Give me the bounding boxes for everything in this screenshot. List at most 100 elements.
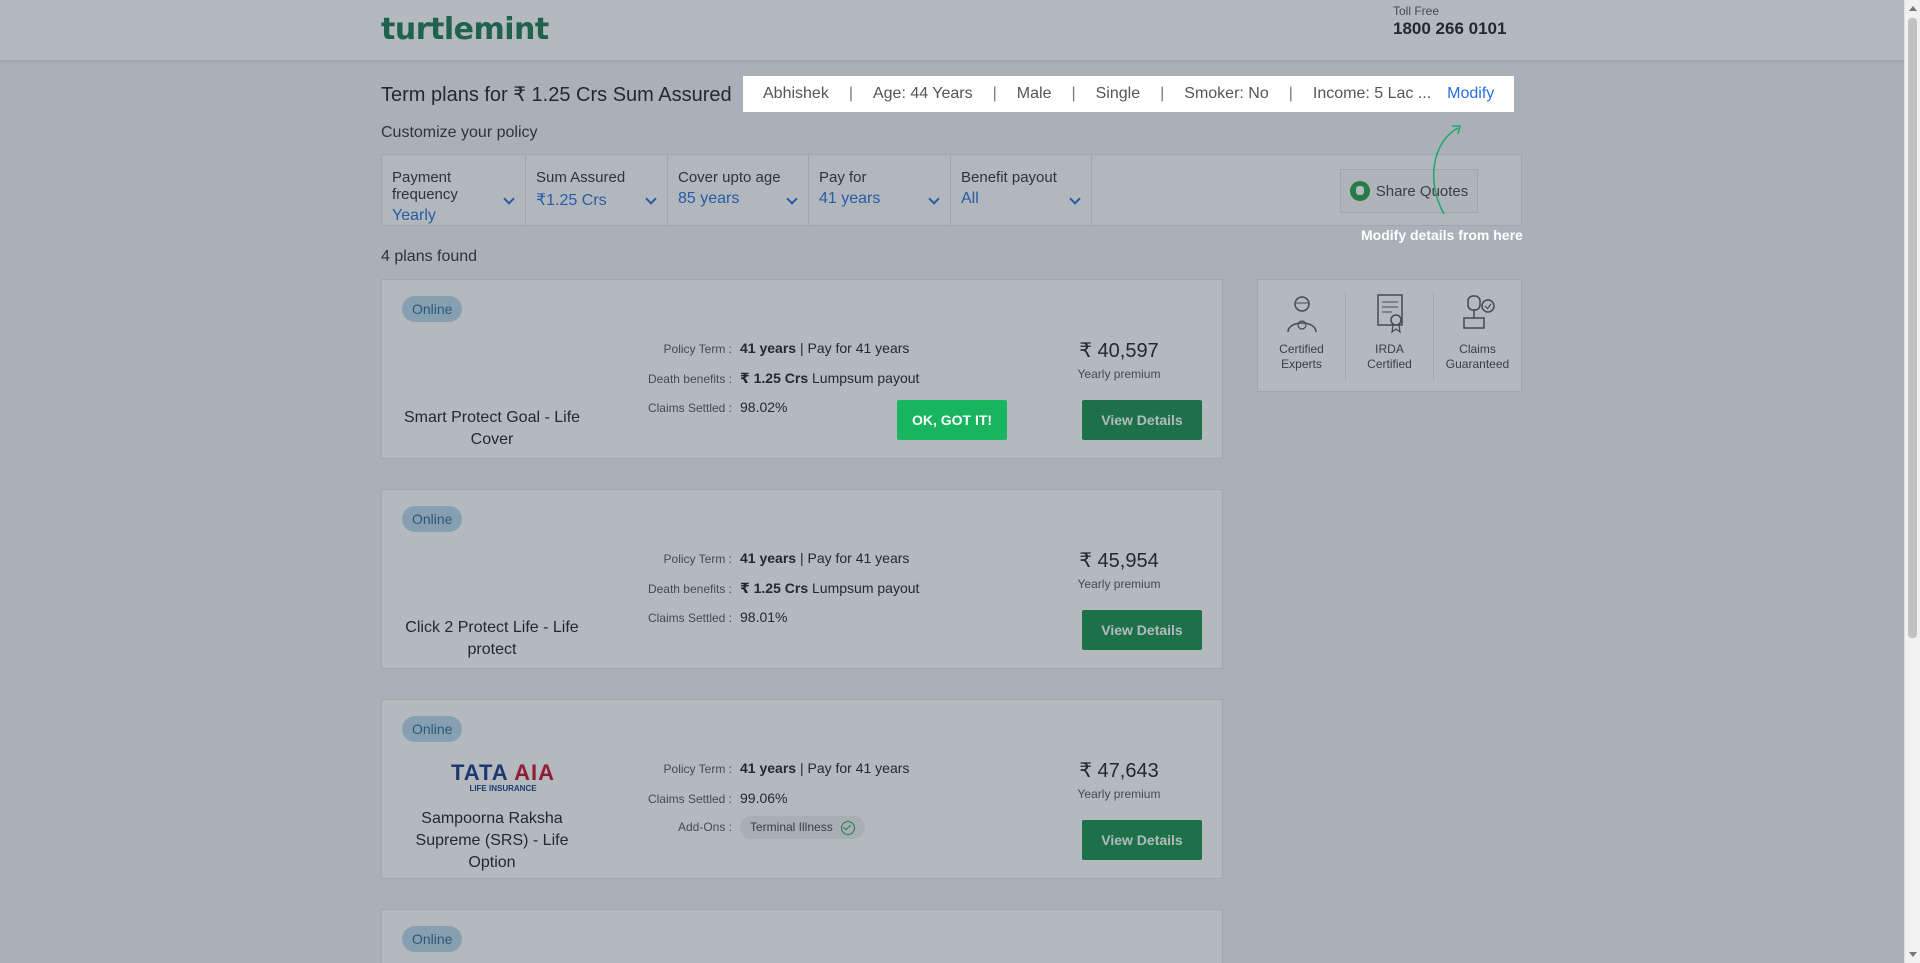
profile-summary-bar: Abhishek | Age: 44 Years | Male | Single… xyxy=(743,76,1514,112)
trust-claims-guaranteed: Claims Guaranteed xyxy=(1434,292,1521,381)
premium-label: Yearly premium xyxy=(1077,787,1161,801)
filter-sum-assured[interactable]: Sum Assured ₹1.25 Crs xyxy=(526,155,668,225)
detail-value-rest: | Pay for 41 years xyxy=(796,760,910,776)
premium-block: ₹ 45,954 Yearly premium xyxy=(1054,548,1184,591)
online-badge: Online xyxy=(402,296,463,322)
plan-name: Sampoorna Raksha Supreme (SRS) - Life Op… xyxy=(415,810,569,871)
divider: | xyxy=(1160,85,1165,102)
scroll-thumb[interactable] xyxy=(1908,18,1917,638)
detail-value: 98.02% xyxy=(740,399,788,415)
summary-smoker: Smoker: No xyxy=(1184,85,1269,102)
policy-term-row: Policy Term : 41 years | Pay for 41 years xyxy=(622,760,910,776)
trust-line1: IRDA xyxy=(1375,342,1404,356)
trust-line2: Guaranteed xyxy=(1445,357,1510,371)
trust-line1: Claims xyxy=(1459,342,1496,356)
policy-term-row: Policy Term : 41 years | Pay for 41 years xyxy=(622,550,910,566)
ok-got-it-button[interactable]: OK, GOT IT! xyxy=(897,400,1007,440)
detail-label: Claims Settled : xyxy=(647,401,732,415)
filter-value: 85 years xyxy=(678,190,740,207)
divider: | xyxy=(1288,85,1293,102)
expert-icon xyxy=(1286,296,1317,333)
premium-block: ₹ 40,597 Yearly premium xyxy=(1054,338,1184,381)
detail-label: Policy Term : xyxy=(663,552,732,566)
tour-hint-text: Modify details from here xyxy=(1361,227,1523,243)
detail-value: 41 years xyxy=(740,760,797,776)
plan-card: Online Smart Protect Goal - Life Cover P… xyxy=(381,279,1223,459)
summary-marital: Single xyxy=(1095,85,1141,102)
turtlemint-logo[interactable]: turtlemint xyxy=(381,12,549,47)
premium-block: ₹ 47,643 Yearly premium xyxy=(1054,758,1184,801)
filter-cover-upto-age[interactable]: Cover upto age 85 years xyxy=(668,155,809,225)
addon-chip[interactable]: Terminal Illness xyxy=(740,816,865,839)
view-details-button[interactable]: View Details xyxy=(1082,610,1202,650)
online-badge: Online xyxy=(402,926,463,952)
filter-benefit-payout[interactable]: Benefit payout All xyxy=(951,155,1092,225)
summary-name: Abhishek xyxy=(763,85,829,102)
detail-value: 98.01% xyxy=(740,609,788,625)
check-circle-icon xyxy=(840,820,855,835)
plan-card: Online Click 2 Protect Life - Life prote… xyxy=(381,489,1223,669)
plan-name: Smart Protect Goal - Life Cover xyxy=(403,409,581,448)
divider: | xyxy=(848,85,853,102)
trust-line1: Certified xyxy=(1279,342,1324,356)
curved-arrow-icon xyxy=(1432,125,1461,215)
detail-label: Death benefits : xyxy=(647,582,732,596)
plans-found-count: 4 plans found xyxy=(381,248,478,265)
addon-label: Terminal Illness xyxy=(750,820,833,834)
toll-free-number[interactable]: 1800 266 0101 xyxy=(1393,19,1506,39)
detail-value: 99.06% xyxy=(740,790,788,806)
online-badge: Online xyxy=(402,716,463,742)
filter-label: Pay for xyxy=(819,169,867,186)
summary-income: Income: 5 Lac ... xyxy=(1312,85,1432,102)
detail-value: 41 years xyxy=(740,340,797,356)
claims-settled-row: Claims Settled : 99.06% xyxy=(622,790,788,806)
filter-label: Sum Assured xyxy=(536,169,626,186)
detail-value: ₹ 1.25 Crs xyxy=(740,370,809,386)
filter-bar: Payment frequency Yearly Sum Assured ₹1.… xyxy=(381,154,1522,226)
whatsapp-icon xyxy=(1349,181,1370,201)
customize-heading: Customize your policy xyxy=(381,124,538,141)
premium-label: Yearly premium xyxy=(1077,367,1161,381)
trust-panel: Certified Experts IRDA Certified Claims … xyxy=(1257,279,1522,392)
view-details-button[interactable]: View Details xyxy=(1082,820,1202,860)
detail-value-rest: Lumpsum payout xyxy=(808,580,920,596)
filter-payment-frequency[interactable]: Payment frequency Yearly xyxy=(382,155,526,225)
premium-amount: ₹ 45,954 xyxy=(1079,550,1159,572)
trust-certified-experts: Certified Experts xyxy=(1258,292,1346,381)
premium-amount: ₹ 47,643 xyxy=(1079,760,1159,782)
filter-pay-for[interactable]: Pay for 41 years xyxy=(809,155,951,225)
death-benefit-row: Death benefits : ₹ 1.25 Crs Lumpsum payou… xyxy=(622,370,919,387)
detail-label: Policy Term : xyxy=(663,342,732,356)
tata-aia-logo: TATA AIA LIFE INSURANCE xyxy=(428,760,578,793)
vertical-scrollbar[interactable] xyxy=(1904,0,1920,963)
trust-line2: Experts xyxy=(1281,357,1322,371)
detail-label: Claims Settled : xyxy=(647,792,732,806)
filter-label: Payment frequency xyxy=(392,169,458,203)
detail-label: Claims Settled : xyxy=(647,611,732,625)
detail-value-rest: Lumpsum payout xyxy=(808,370,920,386)
scroll-up-arrow-icon[interactable] xyxy=(1909,6,1917,11)
death-benefit-row: Death benefits : ₹ 1.25 Crs Lumpsum payou… xyxy=(622,580,919,597)
view-details-button[interactable]: View Details xyxy=(1082,400,1202,440)
online-badge: Online xyxy=(402,506,463,532)
filter-label: Cover upto age xyxy=(678,169,781,186)
divider: | xyxy=(992,85,997,102)
toll-free-info: Toll Free 1800 266 0101 xyxy=(1393,4,1506,39)
toll-free-label: Toll Free xyxy=(1393,4,1440,18)
claims-settled-row: Claims Settled : 98.01% xyxy=(622,609,788,625)
plan-card: Online TATA AIA LIFE INSURANCE Sampoorna… xyxy=(381,699,1223,879)
trust-line2: Certified xyxy=(1367,357,1412,371)
premium-label: Yearly premium xyxy=(1077,577,1161,591)
detail-value-rest: | Pay for 41 years xyxy=(796,550,910,566)
logo-text-accent: AIA xyxy=(514,760,556,785)
policy-term-row: Policy Term : 41 years | Pay for 41 years xyxy=(622,340,910,356)
divider: | xyxy=(1071,85,1076,102)
filter-value: All xyxy=(961,190,979,207)
trust-irda-certified: IRDA Certified xyxy=(1346,292,1434,381)
scroll-down-arrow-icon[interactable] xyxy=(1909,952,1917,957)
modify-link[interactable]: Modify xyxy=(1447,85,1494,103)
claims-icon xyxy=(1462,295,1495,329)
filter-value: 41 years xyxy=(819,190,881,207)
detail-label: Add-Ons : xyxy=(677,820,732,834)
detail-label: Policy Term : xyxy=(663,762,732,776)
